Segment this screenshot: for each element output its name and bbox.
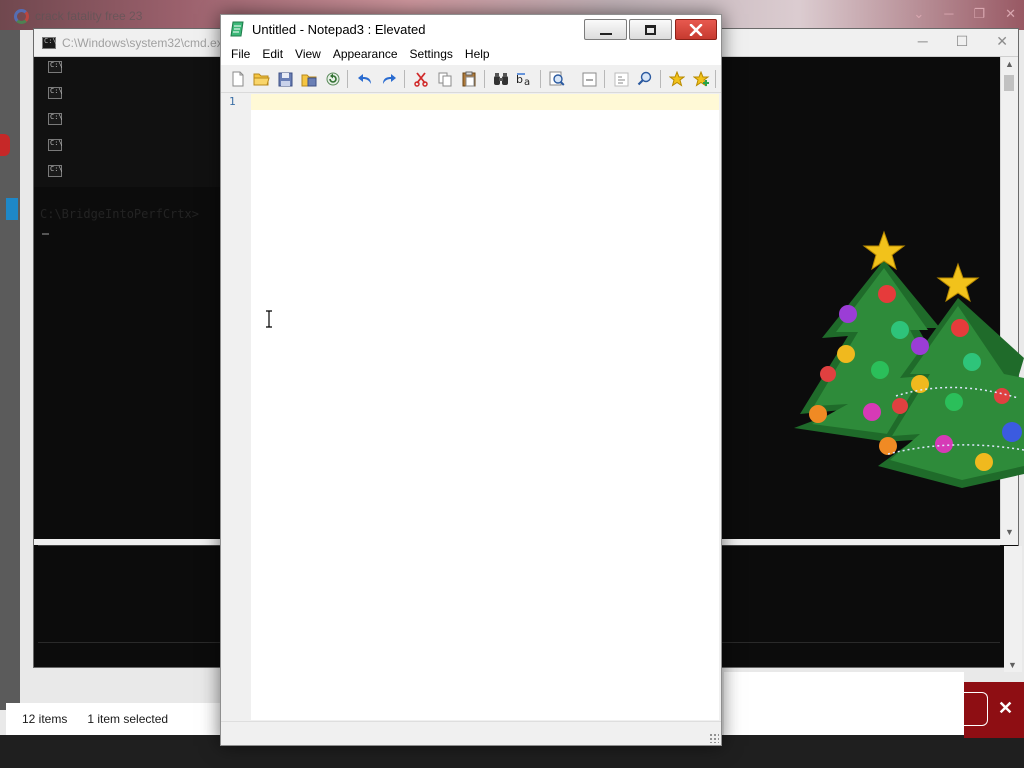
background-window-edge — [0, 30, 20, 710]
menu-help[interactable]: Help — [459, 43, 496, 65]
toolbar-separator — [484, 70, 485, 88]
selection-status: 1 item selected — [87, 712, 169, 726]
menu-edit[interactable]: Edit — [256, 43, 289, 65]
view-whitespace-icon[interactable] — [612, 70, 630, 88]
zoom-in-icon[interactable] — [636, 70, 654, 88]
save-icon[interactable] — [276, 70, 294, 88]
line-number: 1 — [229, 95, 236, 108]
notification-pill[interactable] — [964, 692, 988, 726]
toolbar-separator — [660, 70, 661, 88]
toolbar-separator — [404, 70, 405, 88]
cmd-icon[interactable] — [48, 165, 63, 177]
close-icon — [689, 23, 703, 36]
copy-icon[interactable] — [436, 70, 454, 88]
cmd-window-list — [48, 61, 63, 191]
notepad3-titlebar[interactable]: Untitled - Notepad3 : Elevated — [221, 15, 721, 43]
google-icon — [14, 8, 29, 24]
notepad3-window[interactable]: Untitled - Notepad3 : Elevated File Edit… — [220, 14, 722, 746]
items-count: 12 items — [22, 712, 68, 726]
cmd-title: C:\Windows\system32\cmd.exe — [62, 35, 230, 50]
cmd-cursor — [42, 233, 49, 235]
app-icon-blue — [6, 198, 18, 220]
new-file-icon[interactable] — [229, 70, 247, 88]
paste-icon[interactable] — [460, 70, 478, 88]
cmd-icon[interactable] — [48, 61, 63, 73]
app-icon-red — [0, 134, 10, 156]
scroll-thumb[interactable] — [1004, 75, 1014, 91]
cut-icon[interactable] — [412, 70, 430, 88]
browser-window-controls: ⌄ ─ ❐ ✕ — [913, 6, 1016, 22]
cmd-prompt: C:\BridgeIntoPerfCrtx> — [40, 207, 199, 221]
undo-icon[interactable] — [356, 70, 374, 88]
maximize-icon[interactable]: ☐ — [956, 33, 969, 50]
minimize-icon — [599, 32, 612, 35]
menu-bar: File Edit View Appearance Settings Help — [221, 43, 721, 65]
explorer-status-bar: 12 items 1 item selected — [6, 703, 224, 735]
cmd-lower-scrollbar[interactable]: ▼ — [1004, 546, 1022, 672]
cmd-icon[interactable] — [48, 87, 63, 99]
close-icon[interactable]: ✕ — [1005, 6, 1016, 22]
cmd-icon — [42, 36, 57, 49]
explorer-window-fragment: ✕ — [724, 672, 964, 754]
find-icon[interactable] — [492, 70, 510, 88]
notification-panel[interactable]: ✕ — [964, 682, 1024, 738]
favorites-icon[interactable] — [668, 70, 686, 88]
current-line-highlight — [251, 94, 719, 110]
word-wrap-icon[interactable] — [580, 70, 598, 88]
scroll-up-icon[interactable]: ▲ — [1005, 59, 1014, 69]
minimize-icon[interactable]: ─ — [918, 33, 928, 50]
cmd-window-controls: ─ ☐ ✕ — [918, 33, 1008, 50]
text-area[interactable] — [251, 110, 719, 718]
minimize-button[interactable] — [584, 19, 627, 40]
scroll-down-icon[interactable]: ▼ — [1005, 527, 1014, 537]
text-cursor-icon — [266, 310, 272, 328]
toolbar-separator — [604, 70, 605, 88]
toolbar-separator — [540, 70, 541, 88]
cmd-icon[interactable] — [48, 113, 63, 125]
add-favorite-icon[interactable] — [692, 70, 710, 88]
menu-settings[interactable]: Settings — [404, 43, 459, 65]
maximize-icon — [645, 24, 656, 35]
browser-tab-title: crack fatality free 23 — [35, 9, 143, 23]
redo-icon[interactable] — [380, 70, 398, 88]
menu-appearance[interactable]: Appearance — [327, 43, 404, 65]
cmd-icon[interactable] — [48, 139, 63, 151]
close-button[interactable] — [675, 19, 717, 40]
chevron-down-icon[interactable]: ⌄ — [913, 6, 924, 22]
menu-view[interactable]: View — [289, 43, 327, 65]
replace-icon[interactable]: ba — [516, 70, 534, 88]
browser-tab[interactable]: crack fatality free 23 — [14, 7, 142, 25]
save-as-icon[interactable] — [300, 70, 318, 88]
toolbar-separator — [715, 70, 716, 88]
notepad3-app-icon — [230, 21, 244, 37]
restore-icon[interactable]: ❐ — [973, 6, 985, 22]
svg-text:b: b — [516, 73, 523, 86]
menu-file[interactable]: File — [225, 43, 256, 65]
line-number-gutter: 1 — [223, 94, 251, 720]
status-bar — [221, 721, 721, 745]
toolbar: ba — [221, 65, 721, 93]
svg-text:a: a — [524, 77, 530, 86]
window-title: Untitled - Notepad3 : Elevated — [252, 21, 426, 37]
zoom-icon[interactable] — [548, 70, 566, 88]
minimize-icon[interactable]: ─ — [944, 6, 953, 22]
toolbar-separator — [347, 70, 348, 88]
maximize-button[interactable] — [629, 19, 672, 40]
editor[interactable]: 1 — [223, 94, 719, 720]
revert-icon[interactable] — [324, 70, 342, 88]
close-icon[interactable]: ✕ — [996, 33, 1008, 50]
christmas-trees-decoration — [794, 230, 1024, 488]
resize-grip-icon[interactable] — [709, 733, 719, 743]
close-icon[interactable]: ✕ — [998, 698, 1013, 719]
scroll-down-icon[interactable]: ▼ — [1008, 660, 1017, 670]
open-folder-icon[interactable] — [252, 70, 270, 88]
